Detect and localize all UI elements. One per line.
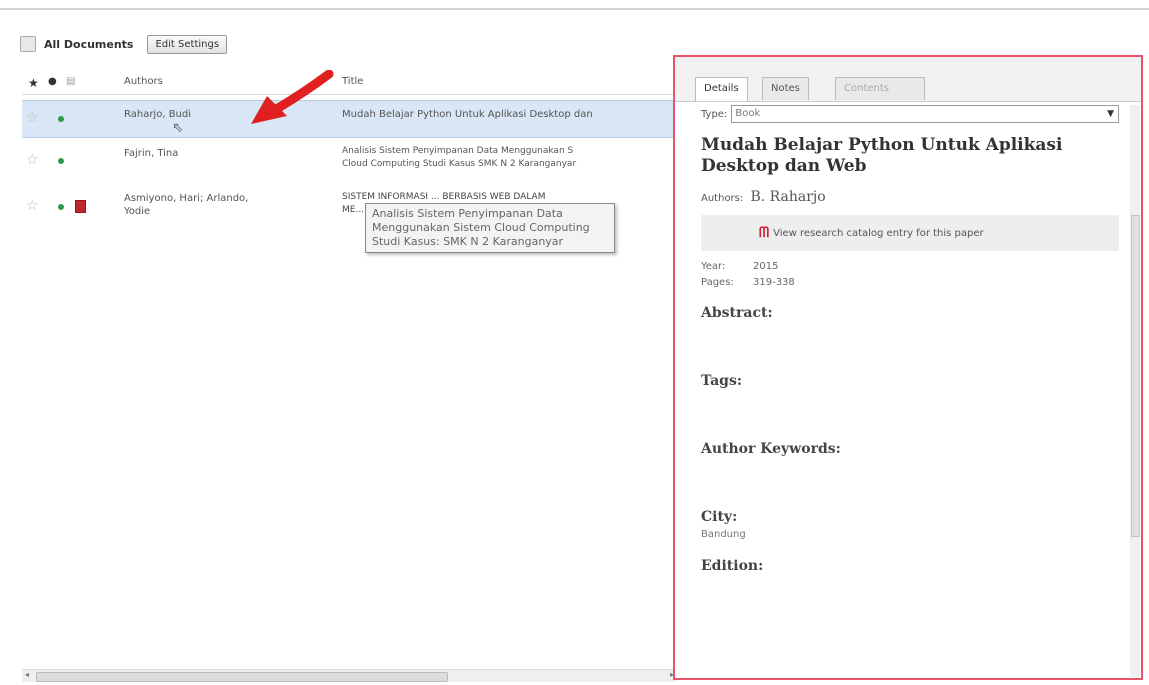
document-toolbar: All Documents Edit Settings — [20, 30, 228, 58]
tab-contents[interactable]: Contents — [835, 77, 925, 100]
horizontal-scrollbar[interactable]: ◂ ▸ — [22, 669, 677, 682]
row-title-line2: Cloud Computing Studi Kasus SMK N 2 Kara… — [342, 159, 577, 169]
city-value[interactable]: Bandung — [701, 529, 1119, 540]
scrollbar-thumb[interactable] — [1131, 215, 1140, 537]
tab-bar: Details Notes Contents — [675, 57, 1141, 102]
favorite-column-icon[interactable]: ★ — [28, 76, 39, 90]
table-row[interactable]: ☆ Fajrin, Tina Analisis Sistem Penyimpan… — [22, 142, 677, 180]
year-value[interactable]: 2015 — [753, 261, 778, 272]
meta-fields: Year: 2015 Pages: 319-338 — [701, 259, 1119, 291]
title-tooltip: Analisis Sistem Penyimpanan Data Menggun… — [365, 203, 615, 253]
edit-settings-button[interactable]: Edit Settings — [147, 34, 228, 54]
favorite-star-icon[interactable]: ☆ — [26, 198, 39, 214]
tab-notes[interactable]: Notes — [762, 77, 809, 100]
pages-label: Pages: — [701, 277, 734, 288]
top-divider — [0, 8, 1149, 10]
type-row: Type: Book ▼ — [701, 105, 1119, 123]
type-value: Book — [735, 108, 761, 119]
authors-row: Authors: B. Raharjo — [701, 189, 1119, 205]
row-authors: Raharjo, Budi — [124, 109, 192, 120]
scroll-left-icon[interactable]: ◂ — [25, 670, 29, 679]
document-title[interactable]: Mudah Belajar Python Untuk Aplikasi Desk… — [701, 135, 1119, 177]
red-arrow-annotation-icon — [251, 70, 334, 124]
read-status-column-icon[interactable]: ● — [48, 76, 57, 87]
pdf-icon[interactable] — [75, 200, 86, 213]
catalog-link-text[interactable]: View research catalog entry for this pap… — [773, 228, 984, 239]
mendeley-logo-icon: ᗰ — [759, 225, 770, 241]
row-authors: Fajrin, Tina — [124, 148, 179, 159]
authors-label: Authors: — [701, 193, 744, 204]
file-column-icon[interactable]: ▤ — [66, 76, 75, 87]
unread-dot-icon[interactable] — [58, 158, 64, 164]
table-row[interactable]: ☆ Raharjo, Budi Mudah Belajar Python Unt… — [22, 100, 677, 138]
details-panel: Details Notes Contents Type: Book ▼ Muda… — [673, 55, 1143, 680]
chevron-down-icon[interactable]: ▼ — [1107, 106, 1114, 122]
favorite-star-icon[interactable]: ☆ — [26, 110, 39, 126]
authors-column-header[interactable]: Authors — [124, 76, 163, 87]
favorite-star-icon[interactable]: ☆ — [26, 152, 39, 168]
row-title: SISTEM INFORMASI ... BERBASIS WEB DALAM — [342, 192, 546, 202]
panel-resize-grip[interactable] — [675, 319, 679, 359]
type-select[interactable]: Book ▼ — [731, 105, 1119, 123]
details-body: Type: Book ▼ Mudah Belajar Python Untuk … — [701, 105, 1119, 574]
catalog-entry-link[interactable]: ᗰ View research catalog entry for this p… — [701, 215, 1119, 251]
document-list: ★ ● ▤ Authors Title ☆ Raharjo, Budi Muda… — [22, 70, 677, 673]
collection-title: All Documents — [44, 37, 134, 51]
row-title: Mudah Belajar Python Untuk Aplikasi Desk… — [342, 109, 593, 120]
type-label: Type: — [701, 108, 728, 120]
pages-value[interactable]: 319-338 — [753, 277, 795, 288]
tags-heading: Tags: — [701, 373, 742, 389]
row-authors-line2: Yodie — [124, 206, 151, 217]
city-heading: City: — [701, 509, 738, 525]
tab-details[interactable]: Details — [695, 77, 748, 101]
edition-heading: Edition: — [701, 558, 764, 574]
unread-dot-icon[interactable] — [58, 116, 64, 122]
year-label: Year: — [701, 261, 726, 272]
authors-value[interactable]: B. Raharjo — [750, 189, 825, 205]
unread-dot-icon[interactable] — [58, 204, 64, 210]
row-authors: Asmiyono, Hari; Arlando, — [124, 193, 249, 204]
abstract-heading: Abstract: — [701, 305, 773, 321]
scrollbar-thumb[interactable] — [36, 672, 448, 682]
vertical-scrollbar[interactable] — [1130, 105, 1140, 677]
library-icon — [20, 36, 36, 52]
column-header: ★ ● ▤ Authors Title — [22, 70, 677, 95]
mouse-cursor-icon: ⇖ — [172, 120, 184, 136]
row-title: Analisis Sistem Penyimpanan Data Menggun… — [342, 146, 574, 156]
author-keywords-heading: Author Keywords: — [701, 441, 841, 457]
title-column-header[interactable]: Title — [342, 76, 363, 87]
